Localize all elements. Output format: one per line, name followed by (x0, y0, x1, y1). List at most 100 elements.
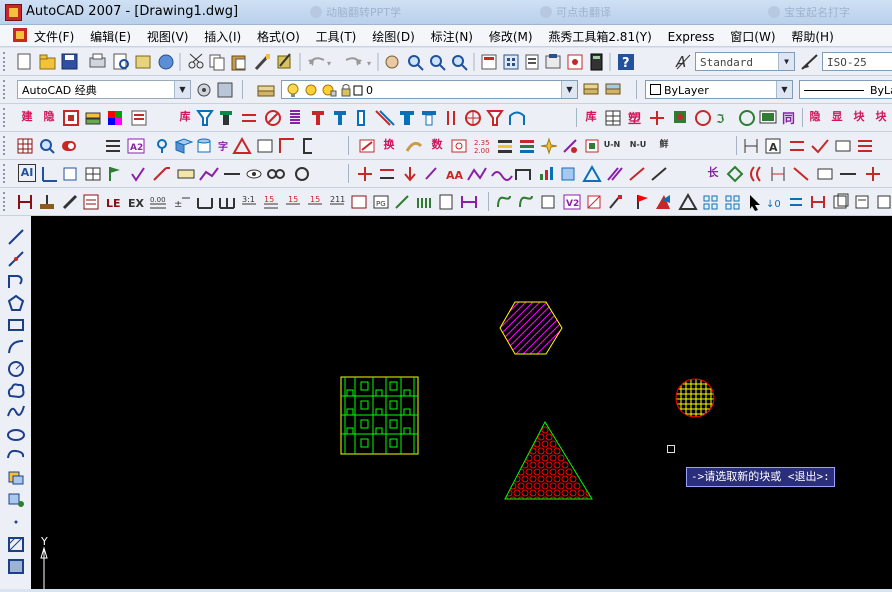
toolbar-grip[interactable] (3, 52, 8, 71)
layer-previous-icon[interactable] (605, 83, 621, 95)
layer-stack-icon[interactable] (85, 112, 101, 125)
save-icon[interactable] (61, 53, 78, 70)
linetype-control-select[interactable]: ByLa (799, 80, 892, 99)
paste-icon[interactable] (231, 55, 246, 71)
dim-211-icon[interactable]: 211 (330, 195, 345, 205)
drawing-canvas[interactable] (31, 216, 892, 589)
diamond-icon[interactable] (726, 165, 744, 183)
cylinder-icon[interactable] (197, 138, 211, 153)
copy-icon[interactable] (209, 54, 225, 71)
slash-box-icon[interactable] (587, 195, 601, 209)
insert-block-icon[interactable] (8, 471, 24, 485)
grid-nodes-icon-2[interactable] (725, 195, 740, 210)
triangle-outline-icon[interactable] (678, 192, 698, 210)
funnel-icon[interactable] (196, 110, 214, 126)
color-edit-icon[interactable] (585, 139, 599, 153)
fraction-icon[interactable]: 2.352.00 (474, 139, 490, 155)
a-label-icon[interactable]: A (765, 138, 781, 154)
switch-icon[interactable] (358, 136, 380, 156)
sheet-set-icon[interactable] (545, 54, 561, 69)
hexagon-shape[interactable] (458, 300, 591, 356)
light-bulb-icon[interactable] (287, 83, 299, 97)
zoom-window-icon[interactable] (430, 55, 446, 71)
rectangle-icon[interactable] (8, 319, 24, 331)
broken-line-icon[interactable] (199, 167, 219, 181)
red-flag-icon[interactable] (637, 195, 648, 209)
flag-icon[interactable] (109, 167, 120, 181)
ruler-icon[interactable] (177, 169, 195, 179)
cursor-icon[interactable] (750, 195, 760, 211)
cross-hatch-icon[interactable] (375, 110, 395, 126)
hatch-tool-icon[interactable] (563, 139, 577, 153)
cross-sign-icon[interactable] (866, 167, 880, 181)
bracket-frame-icon[interactable] (461, 196, 477, 208)
yanxiu-number-button[interactable]: 数 (428, 136, 446, 154)
axis-icon[interactable] (42, 167, 57, 182)
undo-icon[interactable]: ▾ (308, 57, 331, 68)
multi-line-icon[interactable] (417, 198, 431, 208)
list-dots-icon[interactable] (131, 110, 147, 126)
arrow-down-icon[interactable] (404, 167, 416, 182)
text-style-icon[interactable]: A (674, 52, 692, 72)
long-slash-icon[interactable] (651, 167, 667, 181)
block-editor-icon[interactable] (277, 53, 291, 69)
yanxiu-build-button[interactable]: 建 (18, 108, 36, 126)
yanxiu-swap-button[interactable]: 换 (380, 136, 398, 154)
dim-check-icon[interactable] (811, 139, 829, 154)
match-properties-icon[interactable] (254, 54, 270, 71)
spring-icon[interactable] (290, 110, 300, 124)
calculator-icon[interactable] (590, 53, 603, 71)
dim-a-icon[interactable] (541, 195, 555, 209)
open-file-icon[interactable] (39, 54, 56, 70)
doc-stack-icon[interactable] (833, 193, 849, 209)
grid-nodes-icon[interactable] (703, 195, 718, 210)
yanxiu-block-button-2[interactable]: 块 (872, 108, 890, 126)
ratio-icon[interactable]: 3:1 (242, 195, 256, 205)
yanxiu-long-button[interactable]: 长 (704, 164, 722, 182)
green-s-icon[interactable]: ℑ (716, 112, 724, 126)
green-curve-icon-2[interactable] (519, 195, 533, 208)
toolbar-grip[interactable] (3, 108, 8, 127)
workspace-select[interactable]: AutoCAD 经典 ▼ (17, 80, 191, 99)
doc-copy-icon[interactable] (855, 195, 869, 209)
ejector-pin-icon[interactable] (312, 111, 324, 125)
circle-slash-icon[interactable] (265, 110, 281, 126)
lock-frame-icon[interactable] (351, 195, 367, 209)
toolbar-grip[interactable] (3, 136, 8, 155)
leader-icon[interactable] (153, 167, 170, 181)
yanxiu-show-button[interactable]: 显 (828, 108, 846, 126)
crosshair-circle-icon[interactable] (465, 110, 481, 126)
make-object-layer-current-icon[interactable] (583, 83, 599, 95)
diagonal-stripes-icon[interactable] (607, 167, 623, 181)
tag-icon[interactable]: 字 (218, 140, 228, 153)
square-shape[interactable] (340, 376, 419, 455)
dim-rotate-icon[interactable] (835, 140, 851, 152)
rect-icon[interactable] (817, 168, 833, 180)
triangle-shape[interactable] (502, 420, 593, 503)
yanxiu-n-u-button[interactable]: N-U (626, 136, 650, 154)
color-control-select[interactable]: ByLayer ▼ (645, 80, 793, 99)
dim-list-icon[interactable] (858, 140, 872, 152)
slash-text-icon[interactable] (425, 167, 437, 180)
point-icon[interactable] (14, 520, 18, 524)
polyline-icon[interactable] (8, 275, 23, 288)
nozzle-icon[interactable] (486, 110, 504, 126)
text-style-select[interactable]: Standard ▼ (695, 52, 795, 71)
ex-text-icon[interactable]: EX (128, 197, 145, 210)
revision-cloud-icon[interactable] (7, 383, 25, 399)
a2-label-icon[interactable]: A2 (127, 138, 145, 154)
cut-icon[interactable] (188, 53, 204, 69)
clock-icon[interactable] (451, 139, 467, 153)
sort-icon[interactable] (232, 136, 252, 154)
grid-icon[interactable] (17, 138, 33, 154)
box-icon[interactable] (257, 139, 273, 153)
aa-icon[interactable]: AA (446, 169, 464, 182)
wave-icon[interactable] (491, 171, 513, 181)
yanxiu-fresh-button[interactable]: 鲜 (652, 136, 676, 154)
pin-icon[interactable] (157, 139, 167, 153)
menu-express[interactable]: Express (668, 30, 715, 44)
guide-post-icon[interactable] (400, 111, 414, 125)
dim-15-icon-3[interactable]: 15 (308, 195, 322, 205)
circle-icon[interactable] (8, 361, 24, 377)
chain-dim-icon[interactable] (219, 198, 235, 209)
